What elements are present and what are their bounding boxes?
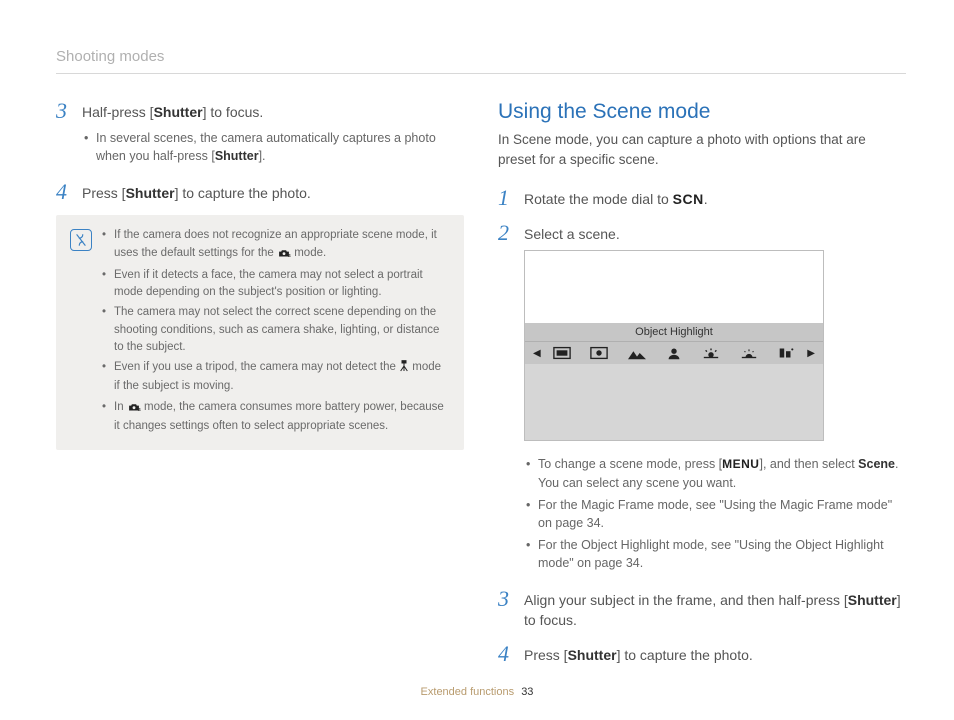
screen-mode-label: Object Highlight: [525, 323, 823, 341]
note-box: If the camera does not recognize an appr…: [56, 215, 464, 450]
section-header: Shooting modes: [56, 48, 906, 65]
step-text: Select a scene.: [524, 225, 906, 245]
list-item: If the camera does not recognize an appr…: [102, 227, 450, 264]
step-4: 4 Press [Shutter] to capture the photo.: [498, 643, 906, 666]
list-item: Even if you use a tripod, the camera may…: [102, 359, 450, 396]
tripod-icon: [399, 360, 409, 378]
step-3: 3 Align your subject in the frame, and t…: [498, 588, 906, 630]
cs-mode-icon: S: [277, 247, 291, 264]
divider: [56, 73, 906, 74]
right-column: Using the Scene mode In Scene mode, you …: [498, 100, 906, 677]
menu-label: MENU: [722, 457, 759, 471]
step-number: 1: [498, 187, 514, 210]
list-item: The camera may not select the correct sc…: [102, 304, 450, 356]
step-number: 3: [56, 100, 72, 169]
chevron-left-icon: ◀: [531, 348, 543, 359]
camera-screen-illustration: Object Highlight ◀: [524, 250, 824, 441]
step-1: 1 Rotate the mode dial to SCN.: [498, 187, 906, 210]
page-number: 33: [521, 686, 533, 698]
night-icon: [777, 346, 795, 360]
list-item: Even if it detects a face, the camera ma…: [102, 267, 450, 302]
step-text: Rotate the mode dial to SCN.: [524, 190, 906, 210]
step-3: 3 Half-press [Shutter] to focus. In seve…: [56, 100, 464, 169]
step-2: 2 Select a scene. Object Highlight ◀: [498, 222, 906, 577]
object-highlight-icon: [590, 346, 608, 360]
chevron-right-icon: ▶: [805, 348, 817, 359]
list-item: To change a scene mode, press [MENU], an…: [524, 455, 906, 492]
scn-label: SCN: [673, 191, 704, 207]
dawn-icon: [740, 346, 758, 360]
intro-text: In Scene mode, you can capture a photo w…: [498, 130, 906, 169]
portrait-icon: [665, 346, 683, 360]
step-text: Half-press [Shutter] to focus.: [82, 103, 464, 123]
magic-frame-icon: [553, 346, 571, 360]
sunset-icon: [702, 346, 720, 360]
step-sub-list: To change a scene mode, press [MENU], an…: [524, 455, 906, 572]
screen-preview-area: [525, 251, 823, 323]
screen-icon-row: ◀ ▶: [525, 341, 823, 364]
step-text: Press [Shutter] to capture the photo.: [524, 646, 906, 666]
manual-page: Shooting modes 3 Half-press [Shutter] to…: [0, 0, 954, 720]
left-column: 3 Half-press [Shutter] to focus. In seve…: [56, 100, 464, 677]
list-item: In several scenes, the camera automatica…: [82, 129, 464, 165]
step-sub-list: In several scenes, the camera automatica…: [82, 129, 464, 165]
page-footer: Extended functions 33: [0, 686, 954, 698]
step-number: 2: [498, 222, 514, 577]
step-number: 4: [56, 181, 72, 204]
cs-mode-icon: S: [127, 401, 141, 418]
step-number: 3: [498, 588, 514, 630]
step-text: Align your subject in the frame, and the…: [524, 591, 906, 630]
columns: 3 Half-press [Shutter] to focus. In seve…: [56, 100, 906, 677]
step-text: Press [Shutter] to capture the photo.: [82, 184, 464, 204]
landscape-icon: [628, 346, 646, 360]
section-heading: Using the Scene mode: [498, 100, 906, 124]
list-item: For the Magic Frame mode, see "Using the…: [524, 496, 906, 532]
list-item: For the Object Highlight mode, see "Usin…: [524, 536, 906, 572]
step-4: 4 Press [Shutter] to capture the photo.: [56, 181, 464, 204]
list-item: In S mode, the camera consumes more batt…: [102, 399, 450, 436]
step-number: 4: [498, 643, 514, 666]
screen-lower-area: [525, 364, 823, 440]
note-icon: [70, 229, 92, 251]
footer-label: Extended functions: [421, 686, 515, 698]
note-list: If the camera does not recognize an appr…: [102, 227, 450, 438]
